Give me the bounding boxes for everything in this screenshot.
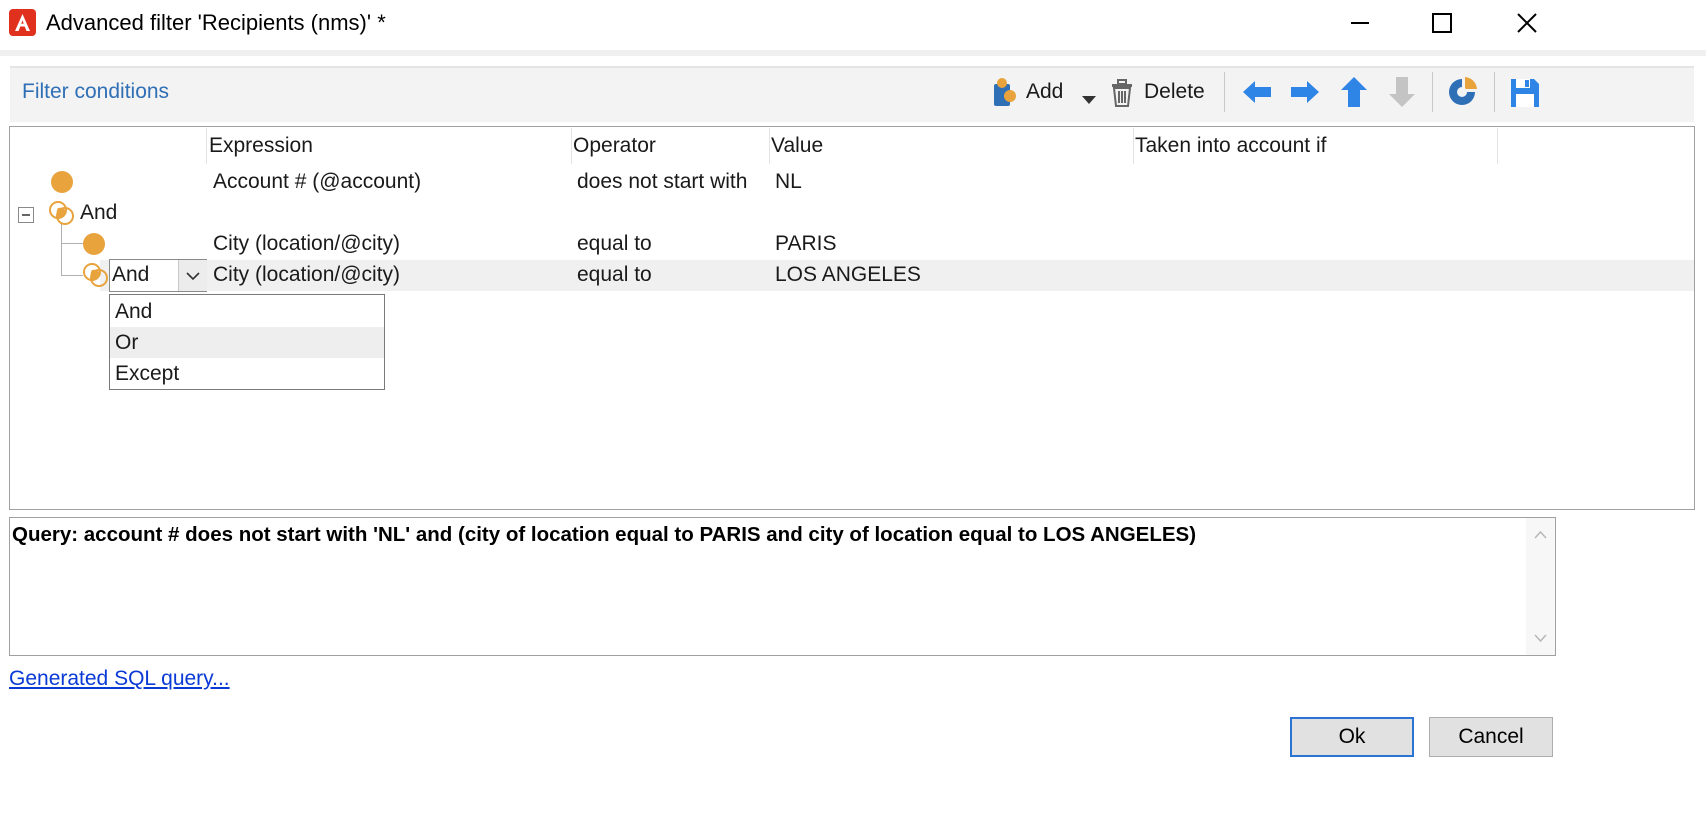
ok-button[interactable]: Ok — [1290, 717, 1414, 757]
arrow-down-icon — [1386, 74, 1420, 110]
delete-button[interactable]: Delete — [1144, 80, 1205, 104]
logical-operator-value[interactable]: And — [112, 263, 149, 287]
trash-icon[interactable] — [1108, 74, 1142, 110]
group-operator-label[interactable]: And — [80, 201, 117, 225]
row-value[interactable]: PARIS — [775, 232, 836, 256]
add-dropdown-icon[interactable] — [1082, 88, 1096, 112]
column-divider — [769, 128, 770, 164]
distribution-chart-icon[interactable] — [1446, 74, 1480, 110]
minimize-button[interactable] — [1332, 0, 1388, 46]
dropdown-option-and[interactable]: And — [110, 296, 384, 327]
tree-line — [61, 275, 83, 276]
dropdown-option-or[interactable]: Or — [110, 327, 384, 358]
arrow-left-icon[interactable] — [1240, 74, 1274, 110]
save-icon[interactable] — [1508, 74, 1542, 110]
toolbar-separator — [1494, 72, 1495, 112]
query-scrollbar[interactable] — [1526, 518, 1555, 655]
add-button[interactable]: Add — [1026, 80, 1063, 104]
dropdown-option-except[interactable]: Except — [110, 358, 384, 389]
close-button[interactable] — [1499, 0, 1555, 46]
row-operator[interactable]: equal to — [577, 232, 652, 256]
maximize-button[interactable] — [1414, 0, 1470, 46]
title-separator — [0, 50, 1706, 56]
row-expression[interactable]: City (location/@city) — [213, 263, 400, 287]
collapse-toggle-icon[interactable] — [18, 205, 34, 229]
app-logo-icon — [9, 9, 36, 36]
query-summary-text: Query: account # does not start with 'NL… — [12, 523, 1197, 546]
logical-group-icon — [82, 262, 110, 294]
logical-group-icon — [48, 200, 76, 232]
column-divider — [1497, 128, 1498, 164]
toolbar-separator — [1432, 72, 1433, 112]
add-icon[interactable] — [990, 74, 1024, 110]
section-title: Filter conditions — [22, 80, 170, 103]
toolbar — [10, 66, 1694, 122]
row-value[interactable]: NL — [775, 170, 802, 194]
window-title: Advanced filter 'Recipients (nms)' * — [46, 10, 386, 35]
row-expression[interactable]: City (location/@city) — [213, 232, 400, 256]
toolbar-separator — [1224, 72, 1225, 112]
column-divider — [1133, 128, 1134, 164]
column-header-expression[interactable]: Expression — [209, 134, 313, 158]
condition-icon — [51, 171, 73, 193]
column-header-taken-into-account-if[interactable]: Taken into account if — [1135, 134, 1326, 158]
row-operator[interactable]: equal to — [577, 263, 652, 287]
row-expression[interactable]: Account # (@account) — [213, 170, 421, 194]
column-divider — [206, 128, 207, 164]
condition-icon — [83, 233, 105, 255]
arrow-right-icon[interactable] — [1288, 74, 1322, 110]
arrow-up-icon[interactable] — [1338, 74, 1372, 110]
combo-dropdown-button[interactable] — [178, 260, 207, 291]
cancel-button[interactable]: Cancel — [1429, 717, 1553, 757]
column-header-operator[interactable]: Operator — [573, 134, 656, 158]
column-header-value[interactable]: Value — [771, 134, 823, 158]
generated-sql-query-link[interactable]: Generated SQL query... — [9, 667, 230, 691]
row-operator[interactable]: does not start with — [577, 170, 747, 194]
column-divider — [571, 128, 572, 164]
tree-line — [61, 243, 83, 244]
row-value[interactable]: LOS ANGELES — [775, 263, 921, 287]
